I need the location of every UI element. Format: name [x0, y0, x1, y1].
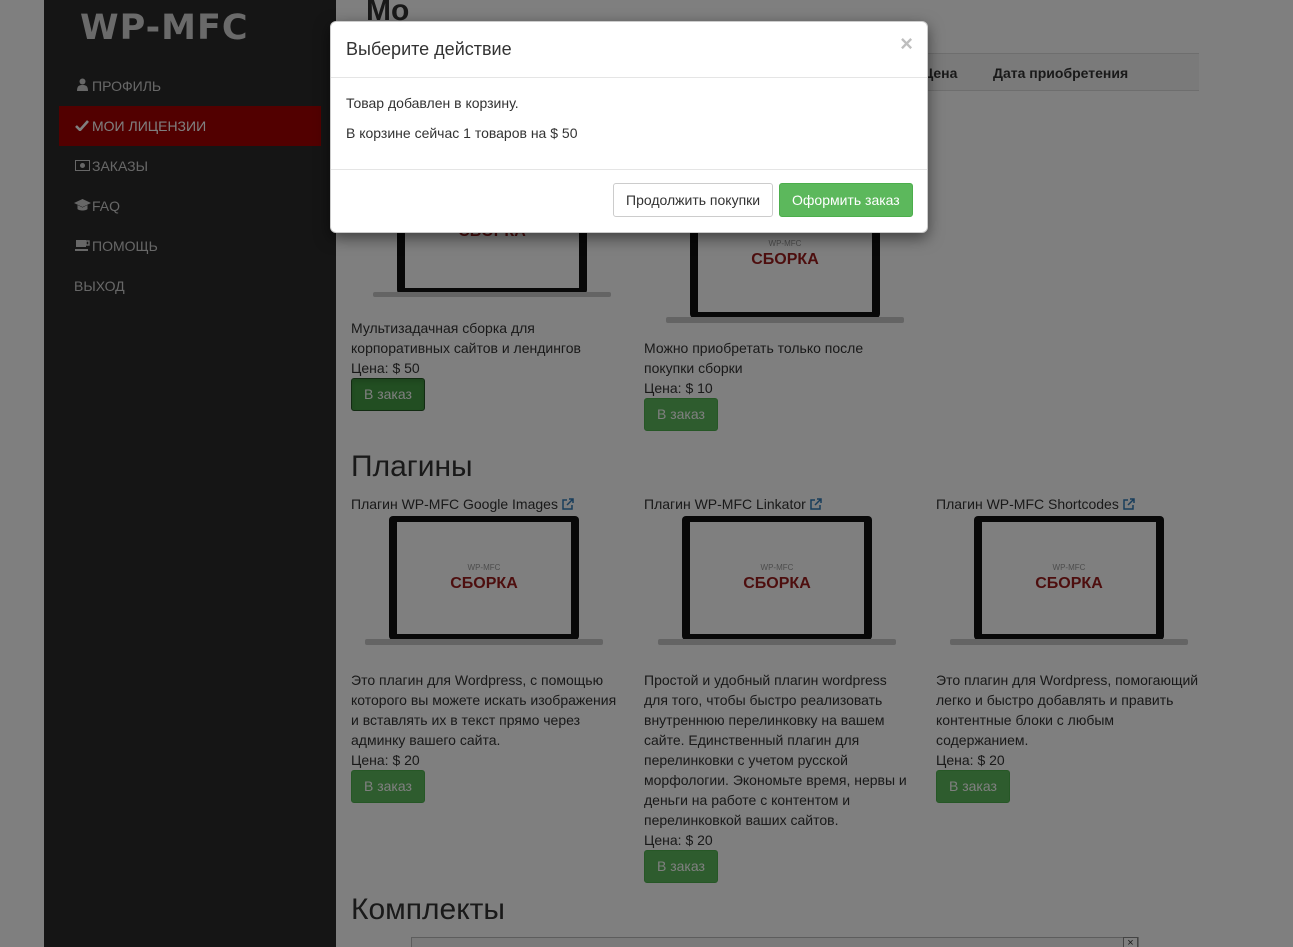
cart-summary: В корзине сейчас 1 товаров на $ 50: [346, 125, 578, 141]
continue-shopping-button[interactable]: Продолжить покупки: [613, 183, 774, 217]
cart-added-message: Товар добавлен в корзину.: [346, 95, 519, 111]
close-button[interactable]: ×: [900, 32, 913, 56]
cart-modal: Выберите действие × Товар добавлен в кор…: [330, 21, 928, 233]
modal-header: Выберите действие ×: [331, 22, 927, 78]
modal-title: Выберите действие: [346, 39, 512, 59]
modal-footer: Продолжить покупки Оформить заказ: [331, 168, 927, 232]
checkout-button[interactable]: Оформить заказ: [779, 183, 913, 217]
modal-body: Товар добавлен в корзину. В корзине сейч…: [331, 78, 927, 170]
